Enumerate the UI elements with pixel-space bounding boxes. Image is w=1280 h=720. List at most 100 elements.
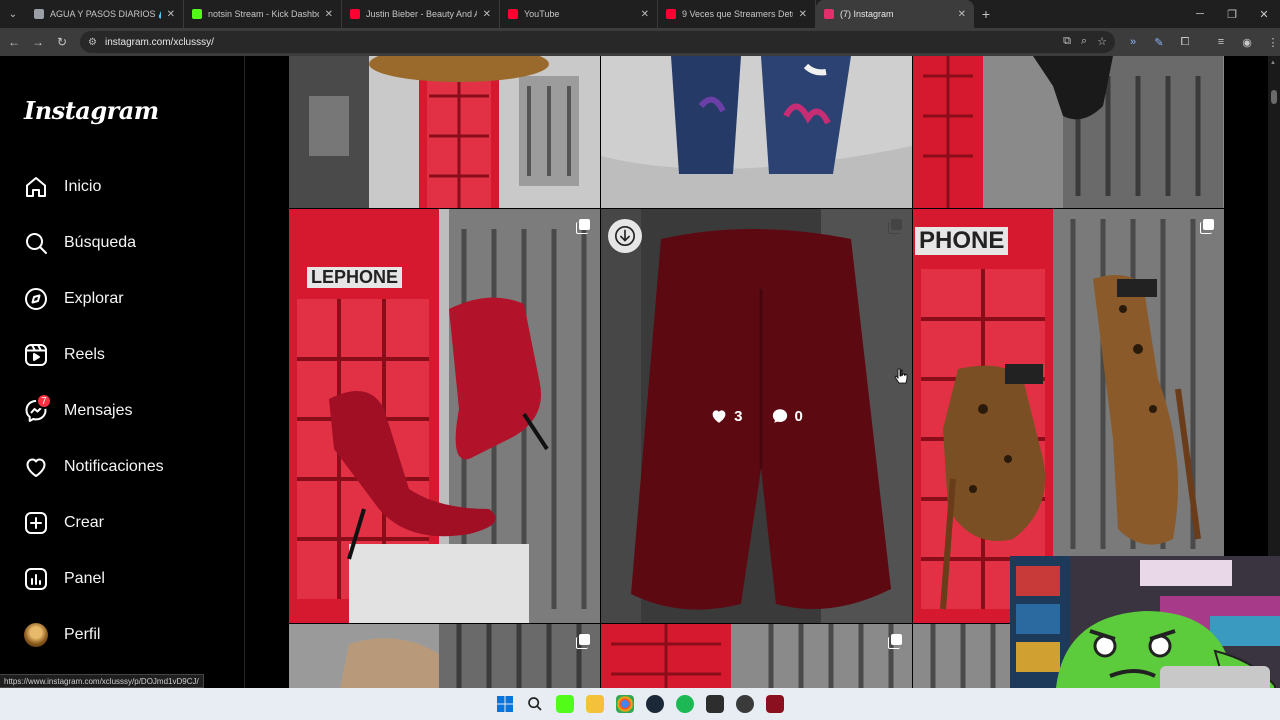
reload-icon[interactable]: ↻ — [50, 28, 74, 56]
tab-title: AGUA Y PASOS DIARIOS 💦 🚶 — [50, 8, 161, 19]
tab-favicon — [824, 9, 834, 19]
windows-start-icon[interactable] — [496, 695, 514, 713]
close-icon[interactable]: ✕ — [483, 9, 491, 20]
close-icon[interactable]: ✕ — [958, 9, 966, 20]
nav-label: Explorar — [64, 290, 124, 307]
restore-icon[interactable]: ❐ — [1216, 0, 1248, 28]
compass-icon — [24, 287, 48, 311]
nav-label: Perfil — [64, 626, 101, 643]
post-thumbnail[interactable] — [601, 624, 912, 688]
close-icon[interactable]: ✕ — [641, 9, 649, 20]
browser-tab-active[interactable]: (7) Instagram ✕ — [816, 0, 974, 28]
menu-kebab-icon[interactable]: ⋮ — [1265, 36, 1280, 49]
url-text: instagram.com/xclusssy/ — [104, 36, 214, 48]
post-thumbnail[interactable] — [289, 56, 600, 208]
chrome-icon[interactable] — [616, 695, 634, 713]
instagram-logo[interactable]: Instagram — [24, 96, 159, 125]
profile-icon[interactable]: ◉ — [1239, 36, 1255, 49]
booth-sign-text: PHONE — [915, 227, 1009, 255]
scrollbar-thumb[interactable] — [1271, 90, 1277, 104]
tab-title: 9 Veces que Streamers Detuvier — [682, 9, 793, 19]
extension-translate-icon[interactable]: ✎ — [1151, 36, 1167, 49]
close-icon[interactable]: ✕ — [325, 9, 333, 20]
minimize-icon[interactable]: ─ — [1184, 0, 1216, 28]
bookmark-star-icon[interactable]: ☆ — [1097, 35, 1107, 48]
carousel-icon — [888, 219, 902, 234]
carousel-icon — [888, 634, 902, 649]
browser-tab[interactable]: Justin Bieber - Beauty And A Be ✕ — [342, 0, 500, 28]
home-icon — [24, 175, 48, 199]
nav-item-mensajes[interactable]: 7 Mensajes — [24, 393, 133, 426]
install-app-icon[interactable]: ⧉ — [1063, 35, 1071, 48]
terminal-icon[interactable] — [706, 695, 724, 713]
site-info-icon[interactable]: ⚙ — [88, 37, 97, 48]
nav-label: Panel — [64, 570, 105, 587]
media-control-icon[interactable]: ≡ — [1213, 36, 1229, 48]
browser-tab[interactable]: 9 Veces que Streamers Detuvier ✕ — [658, 0, 816, 28]
post-image — [913, 56, 1224, 208]
nav-item-reels[interactable]: Reels — [24, 340, 105, 370]
kick-app-icon[interactable] — [556, 695, 574, 713]
post-thumbnail[interactable] — [601, 56, 912, 208]
obs-icon[interactable] — [736, 695, 754, 713]
file-explorer-icon[interactable] — [586, 695, 604, 713]
booth-sign-text: LEPHONE — [307, 267, 403, 288]
post-thumbnail[interactable] — [289, 624, 600, 688]
nav-item-inicio[interactable]: Inicio — [24, 172, 101, 202]
back-icon[interactable]: ← — [2, 28, 26, 56]
address-bar[interactable]: ⚙ instagram.com/xclusssy/ ⧉ ⌕ ☆ — [80, 31, 1115, 53]
forward-icon[interactable]: → — [26, 28, 50, 56]
tab-favicon — [666, 9, 676, 19]
chart-icon — [24, 567, 48, 591]
browser-tab[interactable]: AGUA Y PASOS DIARIOS 💦 🚶 ✕ — [26, 0, 184, 28]
post-thumbnail-hovered[interactable]: 3 0 — [601, 209, 912, 623]
steam-icon[interactable] — [646, 695, 664, 713]
close-icon[interactable]: ✕ — [167, 9, 175, 20]
post-image — [289, 624, 600, 688]
browser-tab[interactable]: YouTube ✕ — [500, 0, 658, 28]
close-icon[interactable]: ✕ — [799, 9, 807, 20]
zoom-icon[interactable]: ⌕ — [1081, 35, 1087, 48]
nav-item-busqueda[interactable]: Búsqueda — [24, 228, 136, 258]
nav-item-perfil[interactable]: Perfil — [24, 620, 100, 650]
instagram-sidebar: Instagram Inicio Búsqueda Explorar Reels… — [0, 56, 245, 688]
comment-filled-icon — [772, 409, 787, 423]
new-tab-button[interactable]: + — [974, 6, 998, 22]
extensions-area: » ✎ ⧠ ≡ ◉ ⋮ — [1125, 28, 1280, 56]
nav-item-notificaciones[interactable]: Notificaciones — [24, 452, 164, 482]
extensions-puzzle-icon[interactable]: ⧠ — [1177, 36, 1193, 49]
post-thumbnail[interactable] — [913, 56, 1224, 208]
nav-item-crear[interactable]: Crear — [24, 508, 104, 538]
spotify-icon[interactable] — [676, 695, 694, 713]
carousel-icon — [1200, 219, 1214, 234]
download-button[interactable] — [608, 219, 642, 253]
tab-title: Justin Bieber - Beauty And A Be — [366, 9, 477, 19]
messenger-icon: 7 — [24, 393, 52, 423]
search-icon — [24, 231, 48, 255]
tab-search-button[interactable]: ⌄ — [0, 0, 26, 28]
post-image — [913, 624, 1013, 688]
tab-favicon — [508, 9, 518, 19]
nav-item-explorar[interactable]: Explorar — [24, 284, 124, 314]
reels-icon — [24, 343, 48, 367]
tab-favicon — [34, 9, 44, 19]
plus-square-icon — [24, 511, 48, 535]
post-thumbnail[interactable]: LEPHONE — [289, 209, 600, 623]
comments-count: 0 — [794, 407, 803, 425]
heart-icon — [24, 455, 48, 479]
nav-item-panel[interactable]: Panel — [24, 564, 105, 594]
post-hover-overlay: 3 0 — [601, 209, 912, 623]
nav-label: Mensajes — [64, 402, 133, 419]
post-thumbnail[interactable] — [913, 624, 1013, 688]
likes-count: 3 — [734, 407, 743, 425]
browser-tab[interactable]: notsin Stream - Kick Dashboard ✕ — [184, 0, 342, 28]
nav-label: Notificaciones — [64, 458, 164, 475]
app-icon[interactable] — [766, 695, 784, 713]
taskbar-search-icon[interactable] — [526, 695, 544, 713]
nav-label: Reels — [64, 346, 105, 363]
close-window-icon[interactable]: ✕ — [1248, 0, 1280, 28]
scroll-up-icon[interactable]: ▲ — [1270, 60, 1276, 66]
avatar — [24, 623, 48, 647]
extension-wave-icon[interactable]: » — [1125, 36, 1141, 48]
carousel-icon — [576, 219, 590, 234]
